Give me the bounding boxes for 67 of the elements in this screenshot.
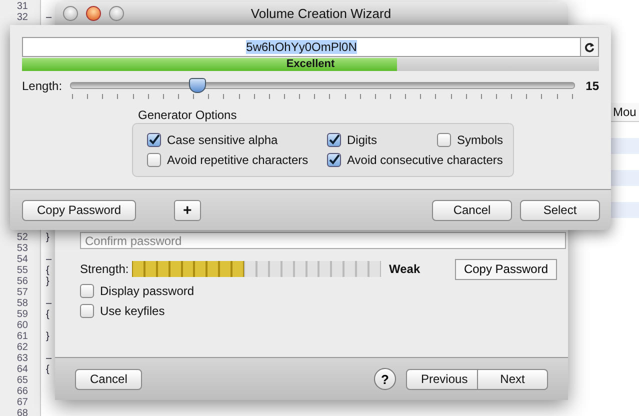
code-bracket: –: [46, 298, 52, 309]
code-bracket: –: [46, 12, 52, 23]
checkbox-label: Case sensitive alpha: [167, 133, 278, 147]
help-button[interactable]: ?: [374, 368, 396, 390]
line-number: 64: [16, 364, 29, 375]
line-number: 56: [16, 276, 29, 287]
checkbox[interactable]: [80, 284, 94, 298]
line-number: 66: [16, 386, 29, 397]
checkbox[interactable]: [327, 153, 341, 167]
previous-button[interactable]: Previous: [406, 368, 478, 390]
code-bracket: }: [46, 331, 50, 342]
checkbox-label: Digits: [347, 133, 378, 147]
strength-label: Strength:: [80, 262, 130, 276]
strength-reading: Weak: [389, 262, 420, 276]
cancel-button[interactable]: Cancel: [75, 368, 142, 390]
checkbox-label: Use keyfiles: [100, 304, 165, 318]
length-label: Length:: [22, 79, 64, 93]
code-bracket: {: [46, 364, 50, 375]
code-bracket: –: [46, 254, 52, 265]
checkbox-label: Avoid repetitive characters: [167, 153, 308, 167]
line-number: 31: [16, 1, 29, 12]
line-number: 61: [16, 331, 29, 342]
checkbox-label: Avoid consecutive characters: [347, 153, 503, 167]
code-bracket: }: [46, 232, 50, 243]
copy-password-button[interactable]: Copy Password: [454, 258, 557, 280]
cancel-button[interactable]: Cancel: [432, 200, 512, 220]
close-icon[interactable]: [86, 6, 101, 21]
group-title: Generator Options: [138, 108, 238, 123]
checkbox[interactable]: [147, 133, 161, 147]
select-button[interactable]: Select: [520, 200, 600, 220]
line-number: 52: [16, 232, 29, 243]
line-number: 59: [16, 309, 29, 320]
next-button[interactable]: Next: [478, 368, 548, 390]
length-value: 15: [584, 79, 599, 93]
line-number: 65: [16, 375, 29, 386]
checkbox[interactable]: [80, 304, 94, 318]
code-bracket: {: [46, 309, 50, 320]
line-number: 68: [16, 408, 29, 416]
line-number: 58: [16, 298, 29, 309]
line-number: 32: [16, 12, 29, 23]
window-title: Volume Creation Wizard: [250, 6, 392, 21]
checkbox[interactable]: [327, 133, 341, 147]
refresh-icon: [584, 42, 595, 52]
quality-label: Excellent: [285, 58, 336, 71]
window-button-icon[interactable]: [109, 6, 124, 21]
slider-thumb[interactable]: [188, 78, 206, 93]
refresh-button[interactable]: [581, 37, 599, 57]
line-number: 63: [16, 353, 29, 364]
copy-password-button[interactable]: Copy Password: [22, 200, 136, 220]
confirm-password-field[interactable]: Confirm password: [80, 232, 566, 249]
code-bracket: {: [46, 265, 50, 276]
line-number: 54: [16, 254, 29, 265]
window-button-icon[interactable]: [63, 6, 78, 21]
line-number: 57: [16, 287, 29, 298]
line-number: 62: [16, 342, 29, 353]
line-number: 67: [16, 397, 29, 408]
code-bracket: –: [46, 353, 52, 364]
add-button[interactable]: +: [174, 200, 201, 220]
code-bracket: }: [46, 276, 50, 287]
line-number: 60: [16, 320, 29, 331]
checkbox[interactable]: [147, 153, 161, 167]
checkbox-label: Display password: [100, 284, 194, 298]
password-field[interactable]: 5w6hOhYy0OmPl0N: [22, 37, 581, 57]
checkbox[interactable]: [437, 133, 451, 147]
line-number: 53: [16, 243, 29, 254]
checkbox-label: Symbols: [457, 133, 504, 147]
line-number: 55: [16, 265, 29, 276]
